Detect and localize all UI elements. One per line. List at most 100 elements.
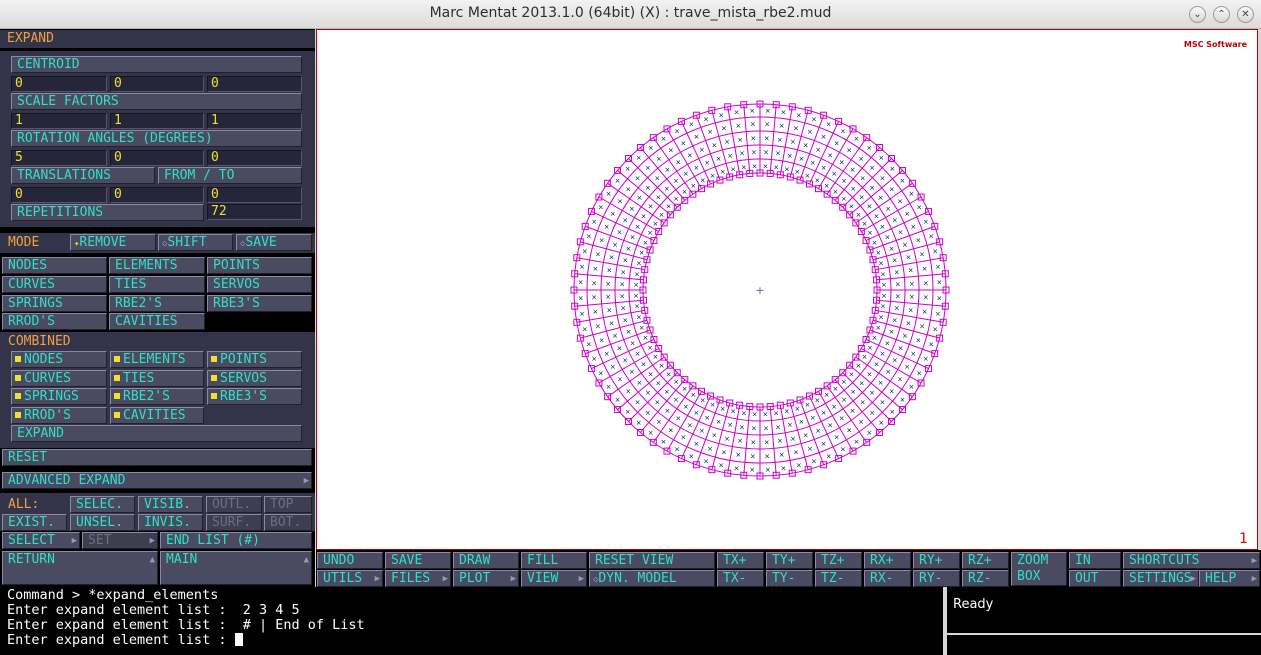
mode-remove-button[interactable]: ✦REMOVE — [70, 234, 156, 251]
from-to-button[interactable]: FROM / TO — [158, 167, 302, 184]
entity-rrod-button[interactable]: RROD'S — [2, 313, 107, 330]
save-button[interactable]: SAVE — [385, 552, 451, 569]
centroid-y-field[interactable]: 0 — [110, 76, 204, 92]
mode-shift-button[interactable]: ◇SHIFT — [158, 234, 233, 251]
repetitions-button[interactable]: REPETITIONS — [11, 204, 204, 221]
command-console[interactable]: Command > *expand_elements Enter expand e… — [0, 587, 943, 655]
rx-minus-button[interactable]: RX- — [864, 570, 911, 587]
combined-expand-button[interactable]: EXPAND — [11, 425, 302, 442]
mode-save-button[interactable]: ◇SAVE — [236, 234, 312, 251]
centroid-x-field[interactable]: 0 — [11, 76, 107, 92]
minimize-icon[interactable]: ⌄ — [1189, 6, 1206, 23]
zoom-box-button[interactable]: ZOOM BOX — [1011, 552, 1067, 586]
element-centroid-marker: × — [810, 414, 816, 422]
entity-elements-button[interactable]: ELEMENTS — [109, 257, 205, 274]
all-unselected-button[interactable]: UNSEL. — [70, 514, 135, 531]
end-list-button[interactable]: END LIST (#) — [160, 532, 312, 549]
combined-nodes-button[interactable]: NODES — [11, 351, 107, 368]
scale-x-field[interactable]: 1 — [11, 113, 107, 129]
all-existing-button[interactable]: EXIST. — [2, 514, 67, 531]
all-bottom-button[interactable]: BOT. — [264, 514, 312, 531]
undo-button[interactable]: UNDO — [317, 552, 383, 569]
help-button[interactable]: HELP ▶ — [1199, 570, 1260, 587]
combined-servos-button[interactable]: SERVOS — [207, 370, 302, 387]
rz-plus-button[interactable]: RZ+ — [962, 552, 1009, 569]
console-prompt-line[interactable]: Enter expand element list : — [7, 633, 943, 648]
ry-plus-button[interactable]: RY+ — [913, 552, 960, 569]
main-button[interactable]: MAIN ▲ — [160, 551, 312, 585]
shortcuts-button[interactable]: SHORTCUTS ▶ — [1123, 552, 1260, 569]
all-outline-button[interactable]: OUTL. — [206, 496, 262, 513]
element-centroid-marker: × — [796, 111, 802, 119]
rotation-angles-button[interactable]: ROTATION ANGLES (DEGREES) — [11, 130, 302, 147]
plot-button[interactable]: PLOT ▶ — [453, 570, 519, 587]
rx-plus-button[interactable]: RX+ — [864, 552, 911, 569]
settings-button[interactable]: SETTINGS ▶ — [1123, 570, 1199, 587]
all-top-button[interactable]: TOP — [264, 496, 312, 513]
combined-rrod-button[interactable]: RROD'S — [11, 407, 107, 424]
reset-view-button[interactable]: RESET VIEW — [589, 552, 715, 569]
files-button[interactable]: FILES ▶ — [385, 570, 451, 587]
zoom-in-button[interactable]: IN — [1069, 552, 1121, 569]
rz-minus-button[interactable]: RZ- — [962, 570, 1009, 587]
advanced-expand-button[interactable]: ADVANCED EXPAND ▶ — [2, 472, 312, 489]
entity-springs-button[interactable]: SPRINGS — [2, 295, 107, 312]
element-centroid-marker: × — [634, 303, 640, 311]
combined-cavities-button[interactable]: CAVITIES — [110, 407, 204, 424]
ry-minus-button[interactable]: RY- — [913, 570, 960, 587]
translations-button[interactable]: TRANSLATIONS — [11, 167, 155, 184]
entity-ties-button[interactable]: TIES — [109, 276, 205, 293]
translation-y-field[interactable]: 0 — [110, 187, 204, 203]
rotation-z-field[interactable]: 0 — [207, 150, 302, 166]
combined-ties-button[interactable]: TIES — [110, 370, 204, 387]
graphics-viewport[interactable]: MSC Software × × × × × × × × × × × × × × × × × × × × × × × × × × ×… — [316, 29, 1258, 550]
dyn-model-button[interactable]: ◇DYN. MODEL — [589, 570, 715, 587]
tx-minus-button[interactable]: TX- — [717, 570, 764, 587]
all-selected-button[interactable]: SELEC. — [70, 496, 135, 513]
all-surface-button[interactable]: SURF. — [206, 514, 262, 531]
tz-minus-button[interactable]: TZ- — [815, 570, 862, 587]
return-button[interactable]: RETURN ▲ — [2, 551, 158, 585]
maximize-icon[interactable]: ⌃ — [1213, 6, 1230, 23]
all-visible-button[interactable]: VISIB. — [138, 496, 203, 513]
translation-x-field[interactable]: 0 — [11, 187, 107, 203]
scale-z-field[interactable]: 1 — [207, 113, 302, 129]
tx-plus-button[interactable]: TX+ — [717, 552, 764, 569]
reset-button[interactable]: RESET — [2, 449, 312, 466]
combined-curves-button[interactable]: CURVES — [11, 370, 107, 387]
repetitions-field[interactable]: 72 — [207, 204, 302, 220]
fill-button[interactable]: FILL — [521, 552, 587, 569]
ty-minus-button[interactable]: TY- — [766, 570, 813, 587]
entity-points-button[interactable]: POINTS — [207, 257, 312, 274]
element-centroid-marker: × — [762, 163, 768, 171]
view-button[interactable]: VIEW ▶ — [521, 570, 587, 587]
entity-rbe2-button[interactable]: RBE2'S — [109, 295, 205, 312]
combined-rbe3-button[interactable]: RBE3'S — [207, 388, 302, 405]
select-button[interactable]: SELECT ▶ — [2, 532, 80, 549]
element-centroid-marker: × — [841, 177, 847, 185]
translation-z-field[interactable]: 0 — [207, 187, 302, 203]
scale-y-field[interactable]: 1 — [110, 113, 204, 129]
entity-rbe3-button[interactable]: RBE3'S — [207, 295, 312, 312]
utils-button[interactable]: UTILS ▶ — [317, 570, 383, 587]
zoom-out-button[interactable]: OUT — [1069, 570, 1121, 587]
tz-plus-button[interactable]: TZ+ — [815, 552, 862, 569]
combined-points-button[interactable]: POINTS — [207, 351, 302, 368]
rotation-y-field[interactable]: 0 — [110, 150, 204, 166]
combined-elements-button[interactable]: ELEMENTS — [110, 351, 204, 368]
entity-nodes-button[interactable]: NODES — [2, 257, 107, 274]
ty-plus-button[interactable]: TY+ — [766, 552, 813, 569]
entity-curves-button[interactable]: CURVES — [2, 276, 107, 293]
entity-cavities-button[interactable]: CAVITIES — [109, 313, 205, 330]
close-icon[interactable]: ✕ — [1237, 6, 1254, 23]
centroid-z-field[interactable]: 0 — [207, 76, 302, 92]
entity-servos-button[interactable]: SERVOS — [207, 276, 312, 293]
combined-springs-button[interactable]: SPRINGS — [11, 388, 107, 405]
rotation-x-field[interactable]: 5 — [11, 150, 107, 166]
centroid-button[interactable]: CENTROID — [11, 56, 302, 73]
scale-factors-button[interactable]: SCALE FACTORS — [11, 93, 302, 110]
all-invisible-button[interactable]: INVIS. — [138, 514, 203, 531]
set-button[interactable]: SET ▶ — [82, 532, 158, 549]
combined-rbe2-button[interactable]: RBE2'S — [110, 388, 204, 405]
draw-button[interactable]: DRAW — [453, 552, 519, 569]
